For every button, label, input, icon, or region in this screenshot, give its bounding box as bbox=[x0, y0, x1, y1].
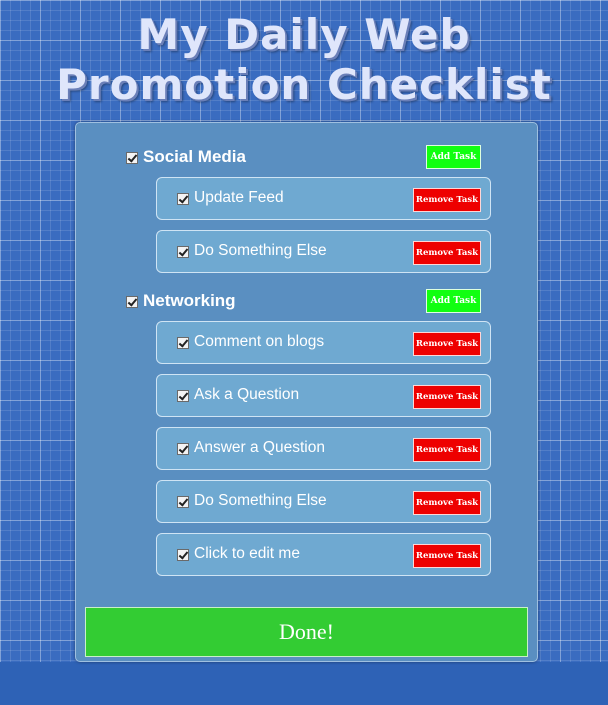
task-label[interactable]: Do Something Else bbox=[194, 492, 327, 510]
category-networking: Networking Add Task bbox=[126, 289, 481, 315]
remove-task-button[interactable]: Remove Task bbox=[413, 241, 481, 265]
task-label[interactable]: Answer a Question bbox=[194, 439, 325, 457]
category-checkbox[interactable] bbox=[126, 152, 138, 164]
task-item[interactable]: Update Feed Remove Task bbox=[156, 177, 491, 220]
task-checkbox[interactable] bbox=[177, 390, 189, 402]
checkmark-icon bbox=[177, 390, 189, 402]
task-label[interactable]: Click to edit me bbox=[194, 545, 300, 563]
task-item[interactable]: Click to edit me Remove Task bbox=[156, 533, 491, 576]
remove-task-button[interactable]: Remove Task bbox=[413, 491, 481, 515]
task-item[interactable]: Comment on blogs Remove Task bbox=[156, 321, 491, 364]
task-checkbox[interactable] bbox=[177, 443, 189, 455]
checkmark-icon bbox=[177, 193, 189, 205]
checkmark-icon bbox=[177, 443, 189, 455]
add-task-button[interactable]: Add Task bbox=[426, 145, 481, 169]
remove-task-button[interactable]: Remove Task bbox=[413, 332, 481, 356]
task-label[interactable]: Comment on blogs bbox=[194, 333, 324, 351]
category-label: Networking bbox=[143, 291, 236, 310]
task-item[interactable]: Do Something Else Remove Task bbox=[156, 230, 491, 273]
task-item[interactable]: Ask a Question Remove Task bbox=[156, 374, 491, 417]
checkmark-icon bbox=[126, 152, 138, 164]
task-label[interactable]: Update Feed bbox=[194, 189, 284, 207]
remove-task-button[interactable]: Remove Task bbox=[413, 544, 481, 568]
remove-task-button[interactable]: Remove Task bbox=[413, 438, 481, 462]
task-item[interactable]: Do Something Else Remove Task bbox=[156, 480, 491, 523]
add-task-button[interactable]: Add Task bbox=[426, 289, 481, 313]
checkmark-icon bbox=[177, 496, 189, 508]
task-checkbox[interactable] bbox=[177, 496, 189, 508]
task-checkbox[interactable] bbox=[177, 549, 189, 561]
task-checkbox[interactable] bbox=[177, 246, 189, 258]
task-label[interactable]: Ask a Question bbox=[194, 386, 299, 404]
checklist-panel: Social Media Add Task Update Feed Remove… bbox=[75, 122, 538, 662]
checkmark-icon bbox=[177, 549, 189, 561]
remove-task-button[interactable]: Remove Task bbox=[413, 385, 481, 409]
category-checkbox[interactable] bbox=[126, 296, 138, 308]
checkmark-icon bbox=[177, 246, 189, 258]
remove-task-button[interactable]: Remove Task bbox=[413, 188, 481, 212]
checkmark-icon bbox=[126, 296, 138, 308]
task-checkbox[interactable] bbox=[177, 337, 189, 349]
task-checkbox[interactable] bbox=[177, 193, 189, 205]
page-footer-band bbox=[0, 662, 608, 705]
task-label[interactable]: Do Something Else bbox=[194, 242, 327, 260]
title-line-2: Promotion Checklist bbox=[56, 60, 552, 109]
checkmark-icon bbox=[177, 337, 189, 349]
done-button[interactable]: Done! bbox=[85, 607, 528, 657]
category-social-media: Social Media Add Task bbox=[126, 145, 481, 171]
page-title: My Daily Web Promotion Checklist bbox=[0, 10, 608, 110]
category-label: Social Media bbox=[143, 147, 246, 166]
task-item[interactable]: Answer a Question Remove Task bbox=[156, 427, 491, 470]
title-line-1: My Daily Web bbox=[137, 10, 471, 59]
